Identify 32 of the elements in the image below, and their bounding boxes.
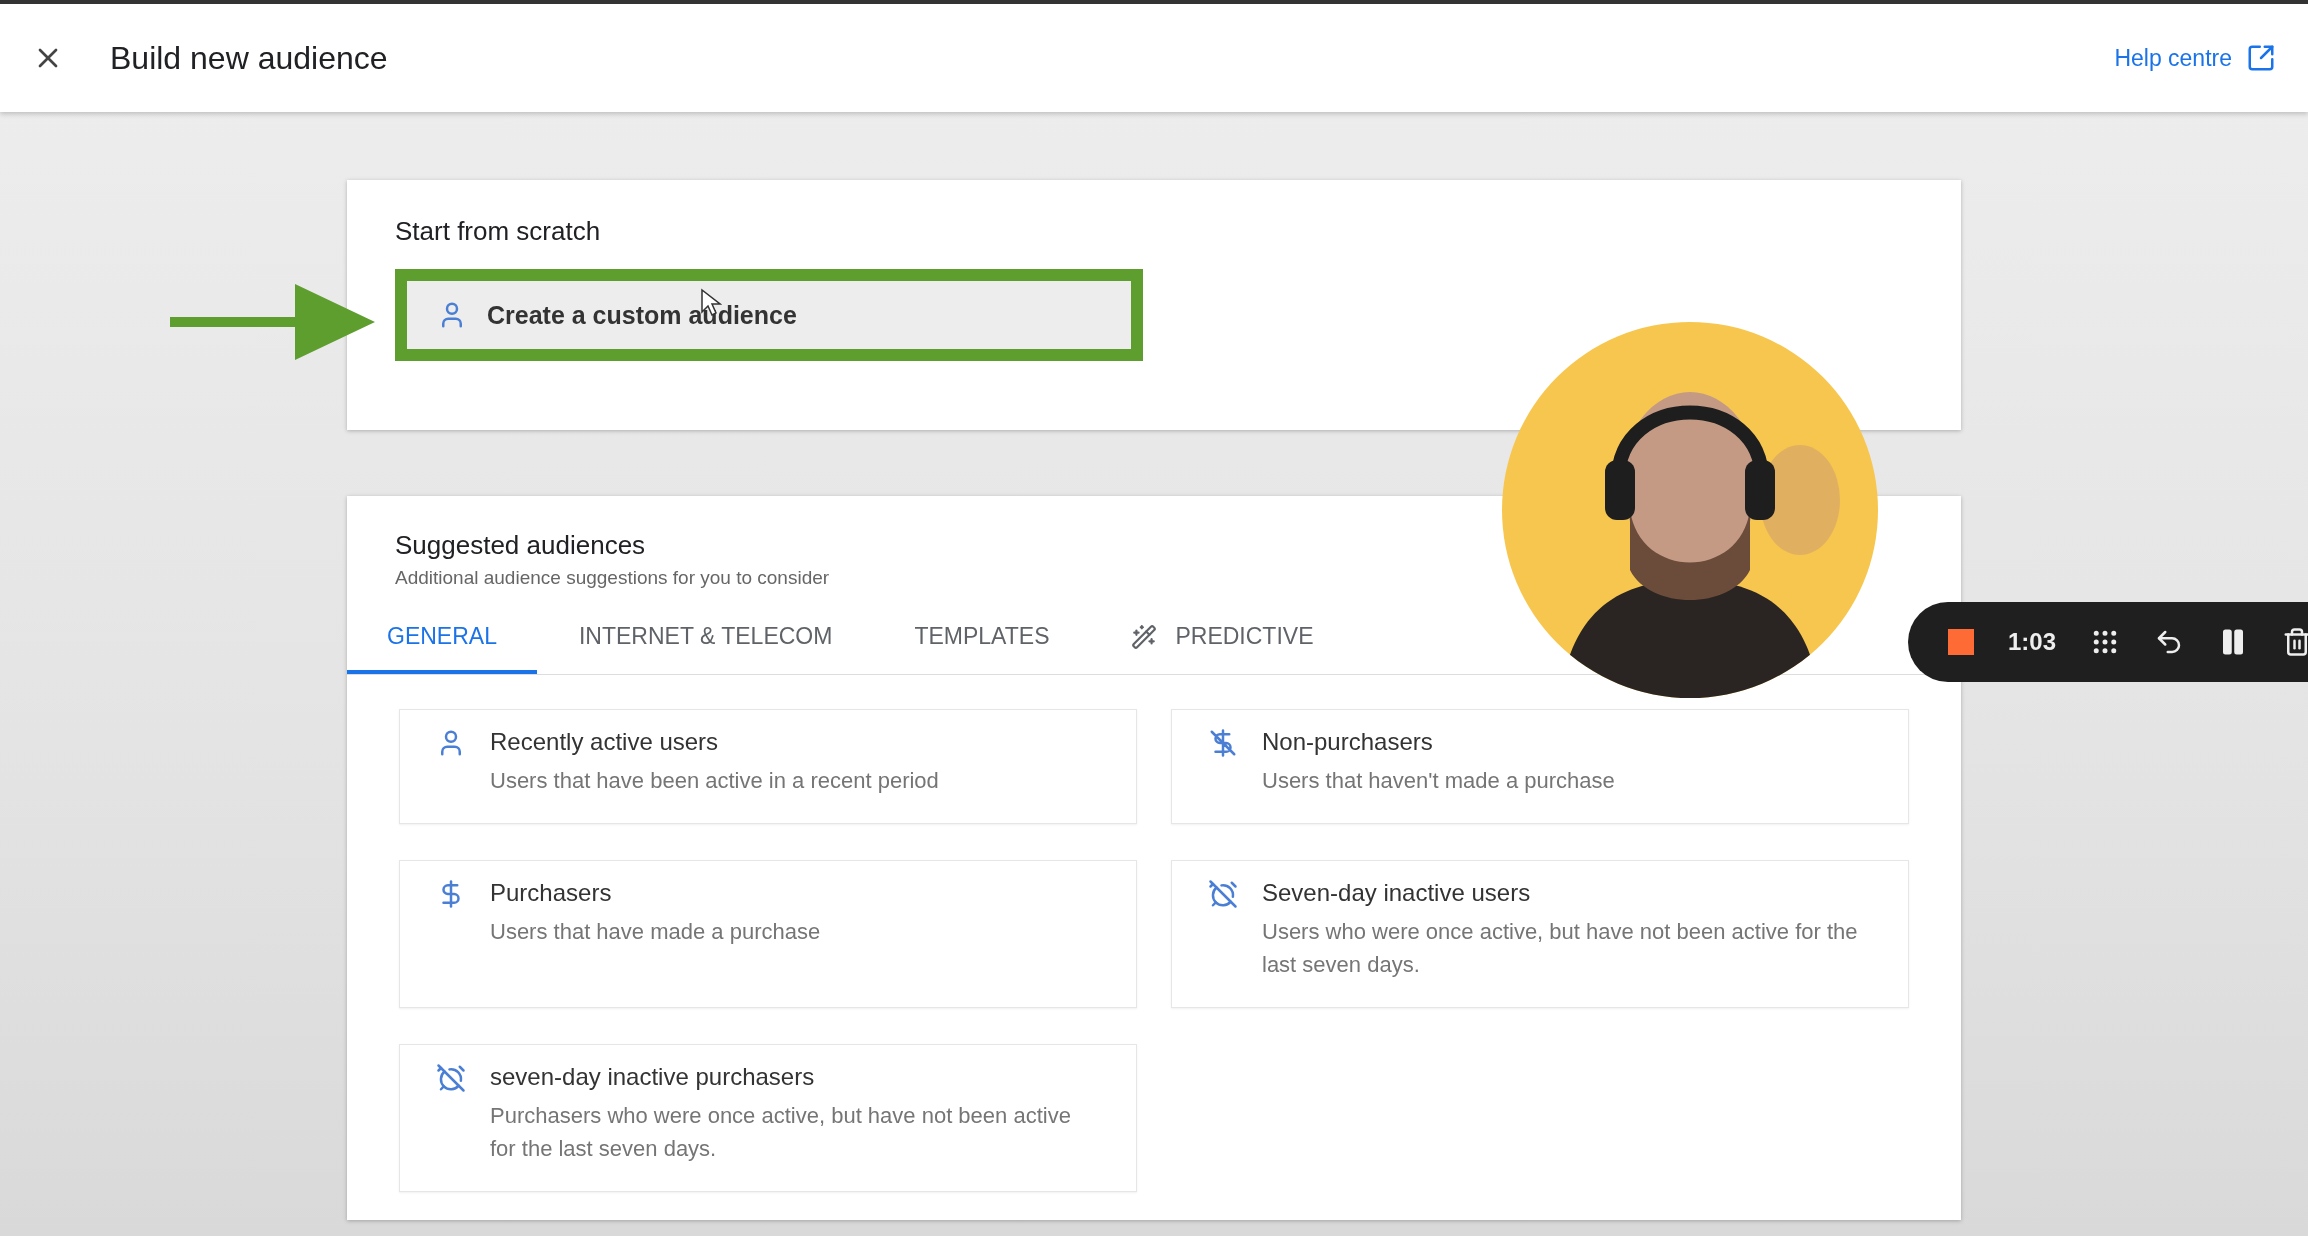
magic-wand-icon: [1131, 623, 1158, 650]
external-link-icon: [2246, 43, 2276, 73]
alarm-off-icon: [436, 1063, 466, 1093]
section-heading: Suggested audiences: [395, 530, 647, 561]
suggestion-description: Users that haven't made a purchase: [1262, 767, 1615, 795]
suggestion-description: Users that have been active in a recent period: [490, 767, 939, 795]
page-title: Build new audience: [110, 39, 389, 77]
suggestion-title: Non-purchasers: [1262, 728, 1434, 756]
crossed-dollar-icon: [1208, 728, 1238, 758]
create-custom-audience-button[interactable]: Create a custom audience: [407, 281, 1131, 349]
audience-suggestion-card[interactable]: Non-purchasers Users that haven't made a purchase: [1171, 709, 1909, 824]
suggestion-title: Purchasers: [490, 879, 613, 907]
suggestion-description: Purchasers who were once active, but have not been active for the last seven days.: [490, 1102, 1072, 1163]
suggestion-title: seven-day inactive purchasers: [490, 1063, 816, 1091]
suggestion-description: Users who were once active, but have not been active for the last seven days.: [1262, 918, 1859, 979]
delete-button[interactable]: [2282, 627, 2308, 657]
suggestion-title: Recently active users: [490, 728, 720, 756]
audience-suggestion-card[interactable]: seven-day inactive purchasers Purchasers who were once active, but have not been active for the last seven days.: [399, 1044, 1137, 1192]
tab[interactable]: PREDICTIVE: [1091, 603, 1354, 674]
audience-suggestion-card[interactable]: Seven-day inactive users Users who were once active, but have not been active for the last seven days.: [1171, 860, 1909, 1008]
tab[interactable]: GENERAL: [347, 603, 537, 674]
recording-timer: 1:03: [2008, 628, 2057, 656]
audience-suggestion-card[interactable]: Recently active users Users that have been active in a recent period: [399, 709, 1137, 824]
tab[interactable]: TEMPLATES: [874, 603, 1090, 674]
tab[interactable]: INTERNET & TELECOM: [538, 603, 873, 674]
audience-suggestion-card[interactable]: Purchasers Users that have made a purchase: [399, 860, 1137, 1008]
section-heading: Start from scratch: [395, 216, 602, 247]
suggestion-title: Seven-day inactive users: [1262, 879, 1532, 907]
suggestion-description: Users that have made a purchase: [490, 918, 821, 946]
section-subheading: Additional audience suggestions for you to consider: [395, 567, 831, 589]
help-centre-link[interactable]: Help centre: [2114, 43, 2276, 73]
alarm-off-icon: [1208, 879, 1238, 909]
